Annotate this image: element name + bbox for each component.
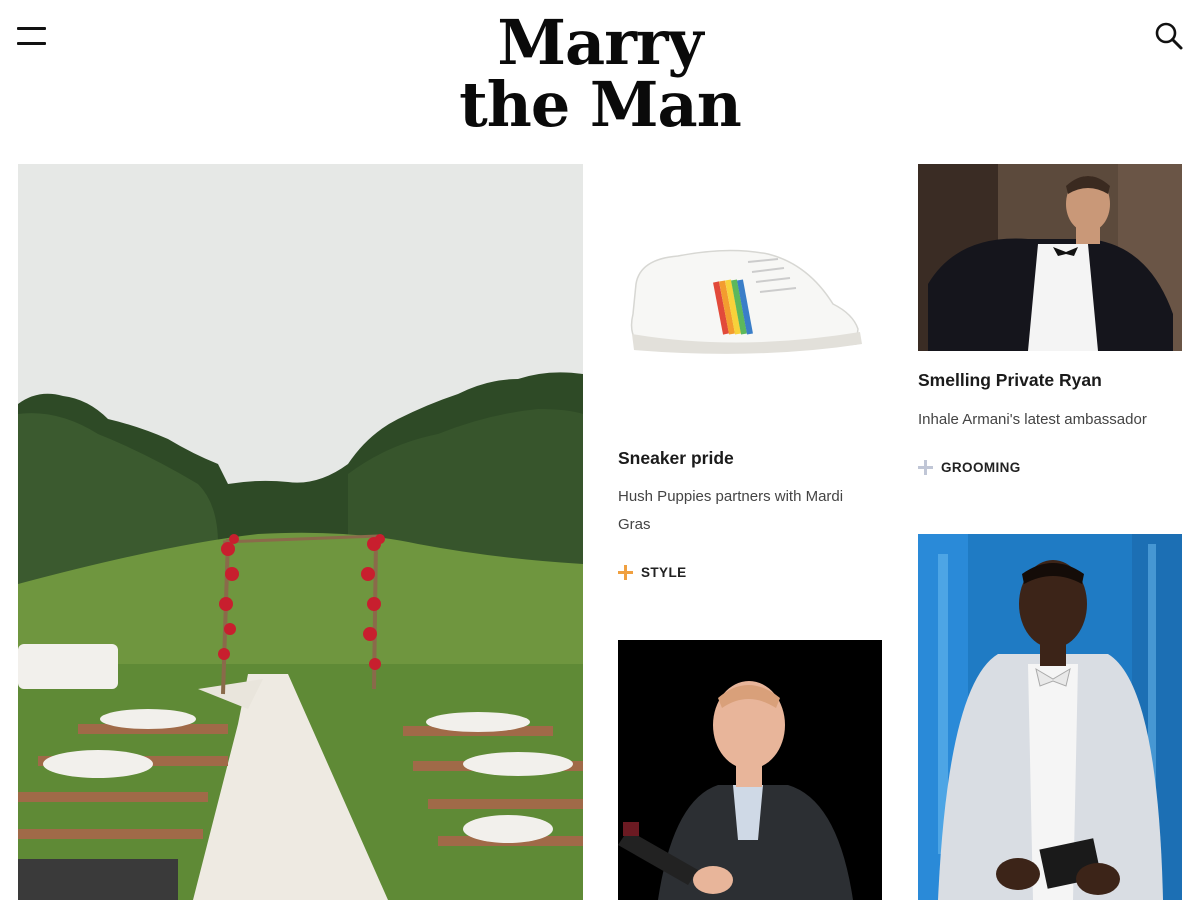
article-subtitle: Hush Puppies partners with Mardi Gras bbox=[618, 488, 844, 533]
man-in-tuxedo-image[interactable] bbox=[918, 164, 1182, 351]
tag-label: STYLE bbox=[641, 565, 687, 580]
style-tag[interactable]: STYLE bbox=[618, 565, 687, 580]
article-subtitle: Inhale Armani's latest ambassador bbox=[918, 411, 1147, 428]
grooming-tag[interactable]: GROOMING bbox=[918, 460, 1021, 475]
plus-icon bbox=[618, 565, 633, 580]
site-logo[interactable]: Marry the Man bbox=[400, 12, 800, 136]
logo-line-1: Marry bbox=[497, 6, 703, 79]
article-title[interactable]: Smelling Private Ryan bbox=[918, 370, 1102, 391]
search-icon[interactable] bbox=[1154, 21, 1184, 51]
man-holding-wine-image[interactable] bbox=[618, 640, 882, 900]
tag-label: GROOMING bbox=[941, 460, 1021, 475]
logo-line-2: the Man bbox=[459, 68, 742, 141]
man-in-silver-jacket-image[interactable] bbox=[918, 534, 1182, 900]
hamburger-menu-icon[interactable] bbox=[17, 27, 47, 49]
sneaker-image[interactable] bbox=[618, 164, 882, 404]
plus-icon bbox=[918, 460, 933, 475]
article-title[interactable]: Sneaker pride bbox=[618, 448, 734, 469]
hero-wedding-image[interactable] bbox=[18, 164, 583, 900]
